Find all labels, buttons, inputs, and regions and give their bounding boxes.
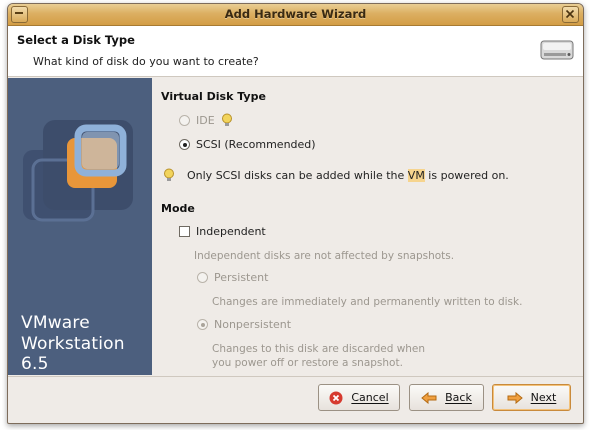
cancel-icon: [329, 391, 343, 404]
nonpersistent-option[interactable]: Nonpersistent: [197, 318, 291, 331]
ide-option[interactable]: IDE: [179, 113, 233, 128]
hint-text: Only SCSI disks can be added while the V…: [187, 169, 509, 182]
window-title: Add Hardware Wizard: [224, 7, 367, 21]
title-bar[interactable]: Add Hardware Wizard: [8, 4, 583, 26]
persistent-description: Changes are immediately and permanently …: [212, 296, 523, 308]
hint-highlight: VM: [407, 169, 425, 182]
back-button[interactable]: Back: [409, 384, 484, 411]
hint-text-end: is powered on.: [424, 169, 509, 182]
ide-radio[interactable]: [179, 115, 190, 126]
close-window-button[interactable]: [562, 6, 579, 23]
brand-product: Workstation 6.5: [21, 334, 125, 374]
page-subtitle: What kind of disk do you want to create?: [33, 55, 259, 68]
wizard-header: Select a Disk Type What kind of disk do …: [8, 26, 583, 77]
scsi-radio[interactable]: [179, 139, 190, 150]
independent-option[interactable]: Independent: [179, 225, 266, 238]
scsi-hint: Only SCSI disks can be added while the V…: [163, 168, 509, 183]
independent-description: Independent disks are not affected by sn…: [194, 250, 455, 262]
page-title: Select a Disk Type: [17, 33, 135, 47]
independent-checkbox[interactable]: [179, 226, 190, 237]
wizard-window: Add Hardware Wizard Select a Disk Type W…: [7, 3, 584, 424]
nonpersistent-description-line2: you power off or restore a snapshot.: [212, 357, 403, 369]
hint-lightbulb-icon: [164, 168, 174, 181]
nonpersistent-description-line1: Changes to this disk are discarded when: [212, 343, 426, 355]
mode-heading: Mode: [161, 202, 195, 215]
nonpersistent-label: Nonpersistent: [214, 318, 292, 331]
scsi-option[interactable]: SCSI (Recommended): [179, 138, 316, 151]
sidebar-banner: VMware Workstation 6.5: [8, 78, 152, 375]
back-label: Back: [445, 391, 472, 404]
virtual-disk-type-heading: Virtual Disk Type: [161, 90, 266, 103]
cancel-button[interactable]: Cancel: [318, 384, 400, 411]
next-label: Next: [530, 391, 557, 404]
wizard-content: Virtual Disk Type IDE SCSI (Recommended)…: [161, 78, 583, 375]
independent-label: Independent: [196, 225, 266, 238]
vmware-logo-icon: [23, 120, 133, 222]
nonpersistent-radio[interactable]: [197, 319, 208, 330]
footer-divider: [8, 376, 583, 377]
persistent-label: Persistent: [214, 271, 269, 284]
close-icon: [565, 9, 575, 19]
next-button[interactable]: Next: [492, 384, 571, 411]
hard-disk-icon: [540, 40, 574, 60]
scsi-label: SCSI (Recommended): [196, 138, 316, 151]
lightbulb-icon: [221, 113, 232, 126]
forward-arrow-icon: [507, 391, 523, 404]
persistent-option[interactable]: Persistent: [197, 271, 268, 284]
brand-name: VMware: [21, 313, 90, 333]
persistent-radio[interactable]: [197, 272, 208, 283]
hint-text-start: Only SCSI disks can be added while the: [187, 169, 408, 182]
ide-label: IDE: [196, 114, 215, 127]
cancel-label: Cancel: [351, 391, 389, 404]
back-arrow-icon: [421, 391, 437, 404]
